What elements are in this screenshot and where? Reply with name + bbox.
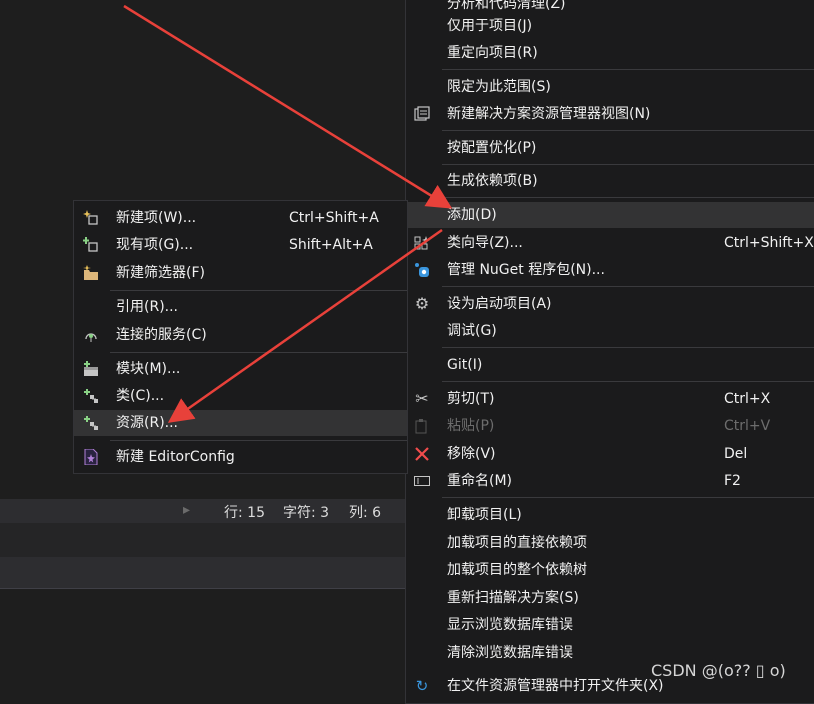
watermark: CSDN @(o?? ▯ o) [651,661,786,680]
annotation-arrows [123,4,453,423]
arrow-to-add [123,4,453,209]
arrow-to-resource [167,228,443,423]
